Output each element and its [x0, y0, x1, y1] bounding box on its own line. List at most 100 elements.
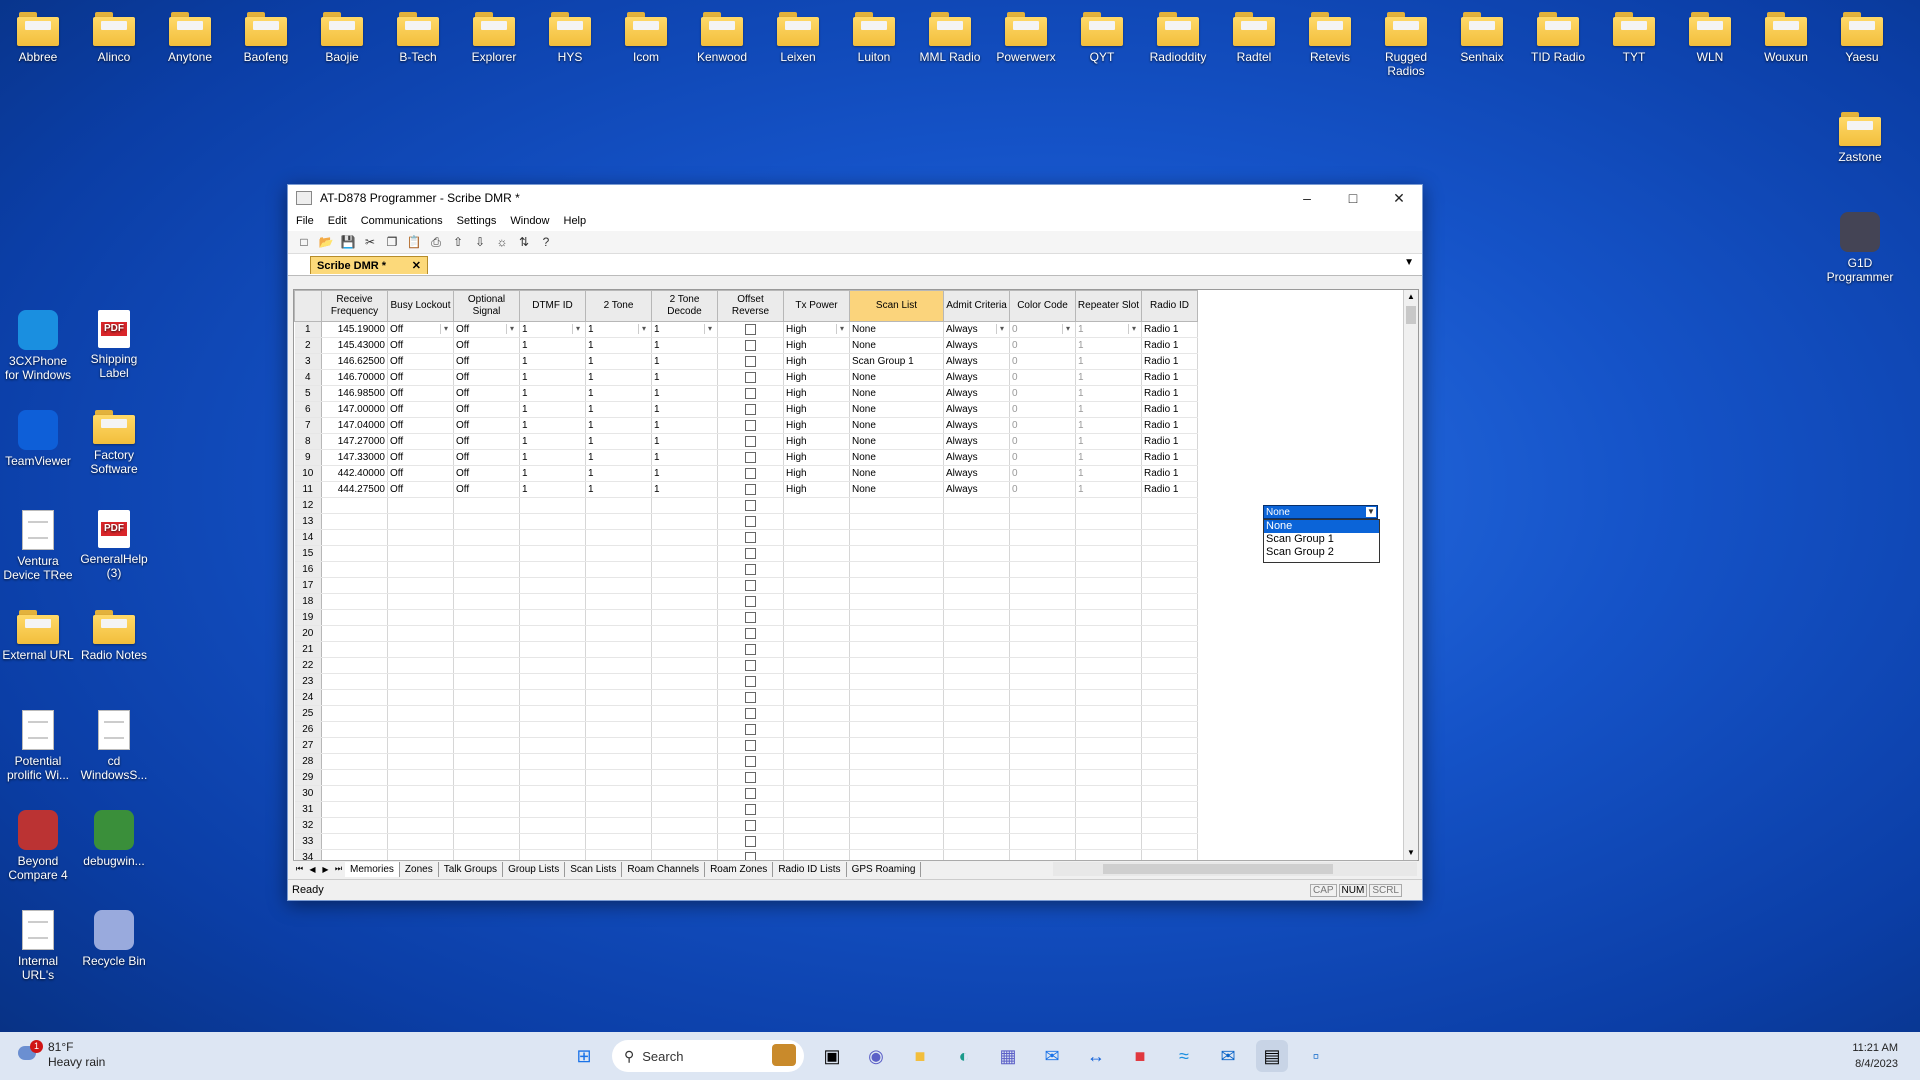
cell-tone[interactable]: 1 — [585, 433, 652, 450]
cell-admit[interactable]: Always — [943, 481, 1010, 498]
cell-tone[interactable]: 1 — [585, 417, 652, 434]
cell-cc[interactable]: 0 — [1009, 401, 1076, 418]
table-row[interactable]: 16 — [294, 561, 1198, 578]
cell-freq[interactable] — [321, 689, 388, 706]
dropdown-option[interactable]: None — [1264, 520, 1379, 533]
cell-opt[interactable] — [453, 801, 520, 818]
offset-reverse-checkbox[interactable] — [717, 513, 784, 530]
cell-busy[interactable] — [387, 705, 454, 722]
cell-freq[interactable]: 145.19000 — [321, 321, 388, 338]
table-row[interactable]: 9 147.33000 Off Off 1 1 1 High None Always 0 1 Radio… — [294, 449, 1198, 466]
cell-decode[interactable]: 1 — [651, 449, 718, 466]
cell-rid[interactable]: Radio 1 — [1141, 353, 1198, 370]
cell-decode[interactable] — [651, 753, 718, 770]
cell-admit[interactable] — [943, 561, 1010, 578]
cell-scan[interactable]: None — [849, 417, 944, 434]
cell-opt[interactable] — [453, 561, 520, 578]
cell-busy[interactable]: Off — [387, 465, 454, 482]
cell-scan[interactable] — [849, 705, 944, 722]
cell-busy[interactable] — [387, 721, 454, 738]
cell-tx[interactable] — [783, 529, 850, 546]
cell-slot[interactable]: 1 — [1075, 417, 1142, 434]
cell-opt[interactable]: Off — [453, 385, 520, 402]
cell-cc[interactable] — [1009, 529, 1076, 546]
cell-decode[interactable] — [651, 529, 718, 546]
desktop-folder[interactable]: B-Tech — [381, 12, 455, 64]
cell-busy[interactable] — [387, 753, 454, 770]
cell-scan[interactable]: None — [849, 369, 944, 386]
cell-cc[interactable] — [1009, 705, 1076, 722]
cell-decode[interactable]: 1 — [651, 465, 718, 482]
cell-tone[interactable] — [585, 785, 652, 802]
offset-reverse-checkbox[interactable] — [717, 689, 784, 706]
taskbar-search[interactable]: ⚲ Search — [612, 1040, 804, 1072]
desktop-folder[interactable]: Powerwerx — [989, 12, 1063, 64]
cell-opt[interactable]: Off — [453, 417, 520, 434]
cell-freq[interactable]: 444.27500 — [321, 481, 388, 498]
column-header[interactable]: Scan List — [849, 290, 944, 322]
cell-tx[interactable]: High — [783, 465, 850, 482]
cell-opt[interactable] — [453, 785, 520, 802]
cell-cc[interactable] — [1009, 785, 1076, 802]
offset-reverse-checkbox[interactable] — [717, 433, 784, 450]
cell-admit[interactable]: Always — [943, 417, 1010, 434]
start-button[interactable]: ⊞ — [568, 1040, 600, 1072]
column-header[interactable]: DTMF ID — [519, 290, 586, 322]
desktop-folder[interactable]: Wouxun — [1749, 12, 1823, 64]
cell-rid[interactable] — [1141, 609, 1198, 626]
table-row[interactable]: 10 442.40000 Off Off 1 1 1 High None Always 0 1 Radi… — [294, 465, 1198, 482]
cell-rid[interactable] — [1141, 529, 1198, 546]
cell-slot[interactable] — [1075, 769, 1142, 786]
cell-tx[interactable] — [783, 801, 850, 818]
desktop-folder[interactable]: Radioddity — [1141, 12, 1215, 64]
cell-tone[interactable]: 1 — [585, 385, 652, 402]
cell-slot[interactable] — [1075, 833, 1142, 850]
next-sheet-icon[interactable]: ▶ — [319, 865, 332, 874]
weather-widget[interactable]: 1 81°F Heavy rain — [16, 1040, 105, 1070]
offset-reverse-checkbox[interactable] — [717, 753, 784, 770]
cell-tx[interactable] — [783, 689, 850, 706]
sheet-tab[interactable]: Roam Channels — [622, 861, 706, 877]
cell-admit[interactable] — [943, 497, 1010, 514]
cell-busy[interactable]: Off — [387, 481, 454, 498]
cell-decode[interactable] — [651, 625, 718, 642]
cell-admit[interactable] — [943, 737, 1010, 754]
cell-dtmf[interactable] — [519, 497, 586, 514]
cell-decode[interactable] — [651, 785, 718, 802]
cell-scan[interactable] — [849, 817, 944, 834]
offset-reverse-checkbox[interactable] — [717, 785, 784, 802]
cell-busy[interactable] — [387, 689, 454, 706]
cell-scan[interactable]: None — [849, 433, 944, 450]
cell-decode[interactable] — [651, 705, 718, 722]
cell-scan[interactable] — [849, 625, 944, 642]
cell-opt[interactable]: Off — [453, 433, 520, 450]
cell-admit[interactable] — [943, 641, 1010, 658]
cell-admit[interactable] — [943, 817, 1010, 834]
teams-icon[interactable]: ▦ — [992, 1040, 1024, 1072]
desktop-icon[interactable]: cd WindowsS... — [77, 710, 151, 782]
cell-admit[interactable] — [943, 769, 1010, 786]
cell-decode[interactable] — [651, 721, 718, 738]
cell-opt[interactable] — [453, 641, 520, 658]
table-row[interactable]: 17 — [294, 577, 1198, 594]
cell-scan[interactable] — [849, 801, 944, 818]
cell-tx[interactable] — [783, 641, 850, 658]
offset-reverse-checkbox[interactable] — [717, 465, 784, 482]
cell-tx[interactable] — [783, 817, 850, 834]
desktop-icon[interactable]: Beyond Compare 4 — [1, 810, 75, 882]
cell-freq[interactable] — [321, 673, 388, 690]
print-icon[interactable]: ⎙ — [428, 234, 444, 250]
offset-reverse-checkbox[interactable] — [717, 561, 784, 578]
cell-scan[interactable]: None — [849, 481, 944, 498]
cell-scan[interactable]: None — [849, 385, 944, 402]
desktop-icon[interactable]: G1D Programmer — [1823, 212, 1897, 284]
cell-slot[interactable] — [1075, 753, 1142, 770]
close-tab-icon[interactable]: ✕ — [412, 259, 421, 272]
cell-tx[interactable]: High — [783, 401, 850, 418]
desktop-icon[interactable]: External URL — [1, 610, 75, 662]
cell-dtmf[interactable] — [519, 545, 586, 562]
cell-busy[interactable] — [387, 593, 454, 610]
offset-reverse-checkbox[interactable] — [717, 481, 784, 498]
cell-scan[interactable] — [849, 673, 944, 690]
cell-freq[interactable] — [321, 625, 388, 642]
